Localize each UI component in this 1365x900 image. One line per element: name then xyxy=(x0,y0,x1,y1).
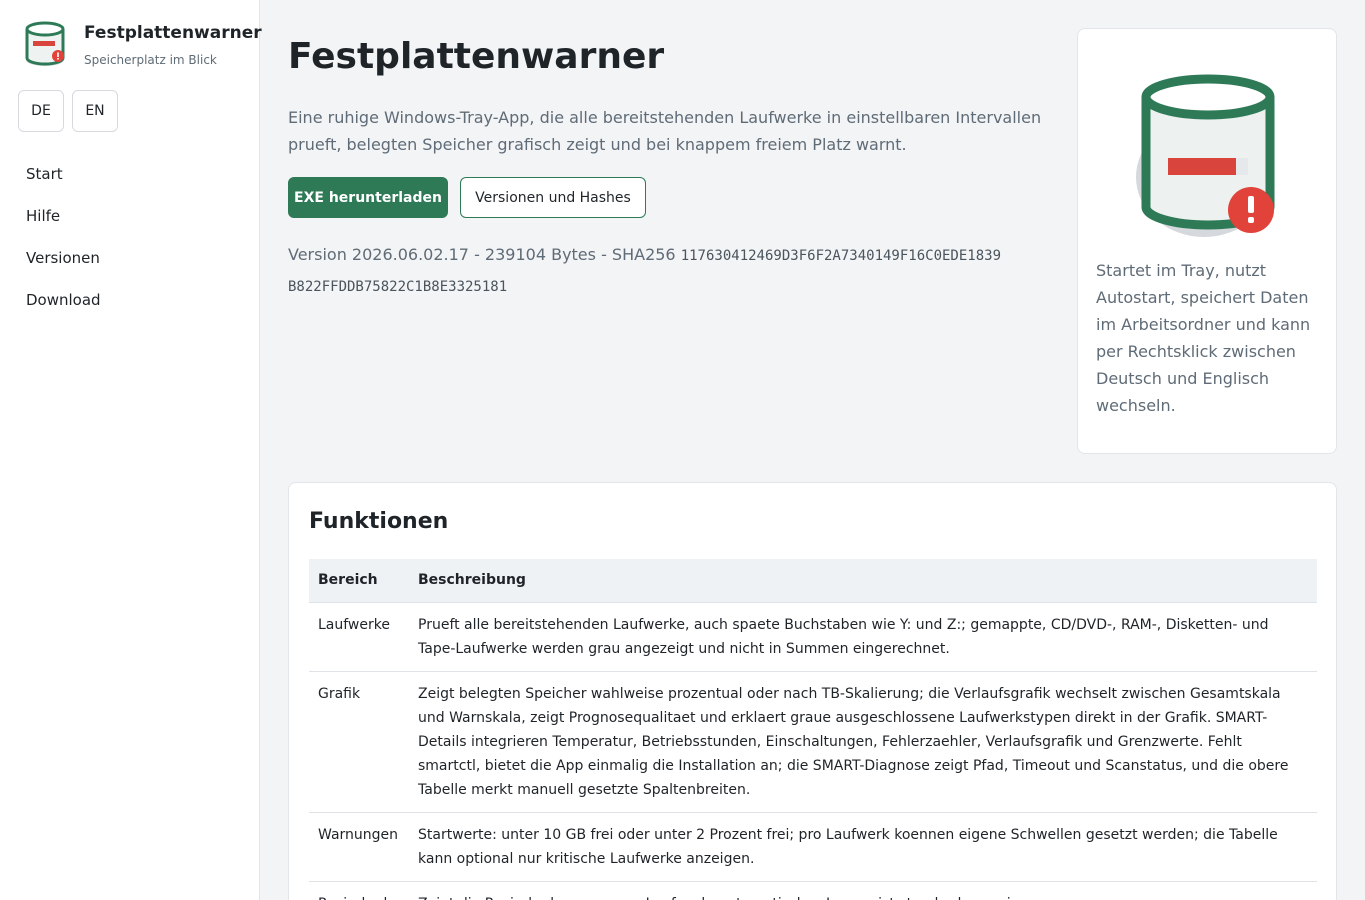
table-cell-description: Prueft alle bereitstehenden Laufwerke, a… xyxy=(409,602,1317,672)
info-card: Startet im Tray, nutzt Autostart, speich… xyxy=(1077,28,1337,454)
hero-description: Eine ruhige Windows-Tray-App, die alle b… xyxy=(288,108,1042,154)
page-title: Festplattenwarner xyxy=(288,36,665,77)
table-row: Laufwerke Prueft alle bereitstehenden La… xyxy=(309,602,1317,672)
sha256-hash-part-2: B822FFDDB75822C1B8E3325181 xyxy=(288,279,508,295)
nav-item-start[interactable]: Start xyxy=(26,160,101,202)
table-row: Grafik Zeigt belegten Speicher wahlweise… xyxy=(309,671,1317,813)
column-header-beschreibung: Beschreibung xyxy=(409,559,1317,603)
versions-hashes-button[interactable]: Versionen und Hashes xyxy=(460,177,646,218)
table-header-row: Bereich Beschreibung xyxy=(309,559,1317,603)
nav-item-hilfe[interactable]: Hilfe xyxy=(26,202,101,244)
table-row: Warnungen Startwerte: unter 10 GB frei o… xyxy=(309,812,1317,882)
disk-warning-icon xyxy=(1136,74,1275,237)
brand[interactable]: Festplattenwarner Speicherplatz im Blick xyxy=(24,20,262,68)
brand-title: Festplattenwarner xyxy=(84,23,262,43)
disk-warning-icon xyxy=(25,21,65,66)
features-table: Bereich Beschreibung Laufwerke Prueft al… xyxy=(309,559,1317,900)
language-button-de[interactable]: DE xyxy=(18,90,64,132)
table-cell-area: Warnungen xyxy=(309,812,409,882)
info-text: Startet im Tray, nutzt Autostart, speich… xyxy=(1096,261,1311,415)
table-cell-area: Grafik xyxy=(309,671,409,813)
features-heading: Funktionen xyxy=(309,509,449,534)
sidebar-nav: Start Hilfe Versionen Download xyxy=(26,160,101,328)
column-header-bereich: Bereich xyxy=(309,559,409,603)
table-cell-area: Laufwerke xyxy=(309,602,409,672)
download-exe-button[interactable]: EXE herunterladen xyxy=(288,177,448,218)
nav-item-download[interactable]: Download xyxy=(26,286,101,328)
version-text: Version 2026.06.02.17 - 239104 Bytes - S… xyxy=(288,245,676,264)
language-switcher: DE EN xyxy=(18,90,118,132)
table-cell-area: Papierkorb xyxy=(309,881,409,900)
table-cell-description: Zeigt die Papierkorbgroesse pro Laufwerk… xyxy=(409,881,1317,900)
version-info: Version 2026.06.02.17 - 239104 Bytes - S… xyxy=(288,240,1058,302)
brand-subtitle: Speicherplatz im Blick xyxy=(84,53,217,67)
features-card: Funktionen Bereich Beschreibung Laufwerk… xyxy=(288,482,1337,900)
nav-item-versionen[interactable]: Versionen xyxy=(26,244,101,286)
language-button-en[interactable]: EN xyxy=(72,90,118,132)
table-cell-description: Startwerte: unter 10 GB frei oder unter … xyxy=(409,812,1317,882)
sidebar: Festplattenwarner Speicherplatz im Blick… xyxy=(0,0,262,900)
sha256-hash-part-1: 117630412469D3F6F2A7340149F16C0EDE1839 xyxy=(680,248,1001,264)
table-row: Papierkorb Zeigt die Papierkorbgroesse p… xyxy=(309,881,1317,900)
table-cell-description: Zeigt belegten Speicher wahlweise prozen… xyxy=(409,671,1317,813)
